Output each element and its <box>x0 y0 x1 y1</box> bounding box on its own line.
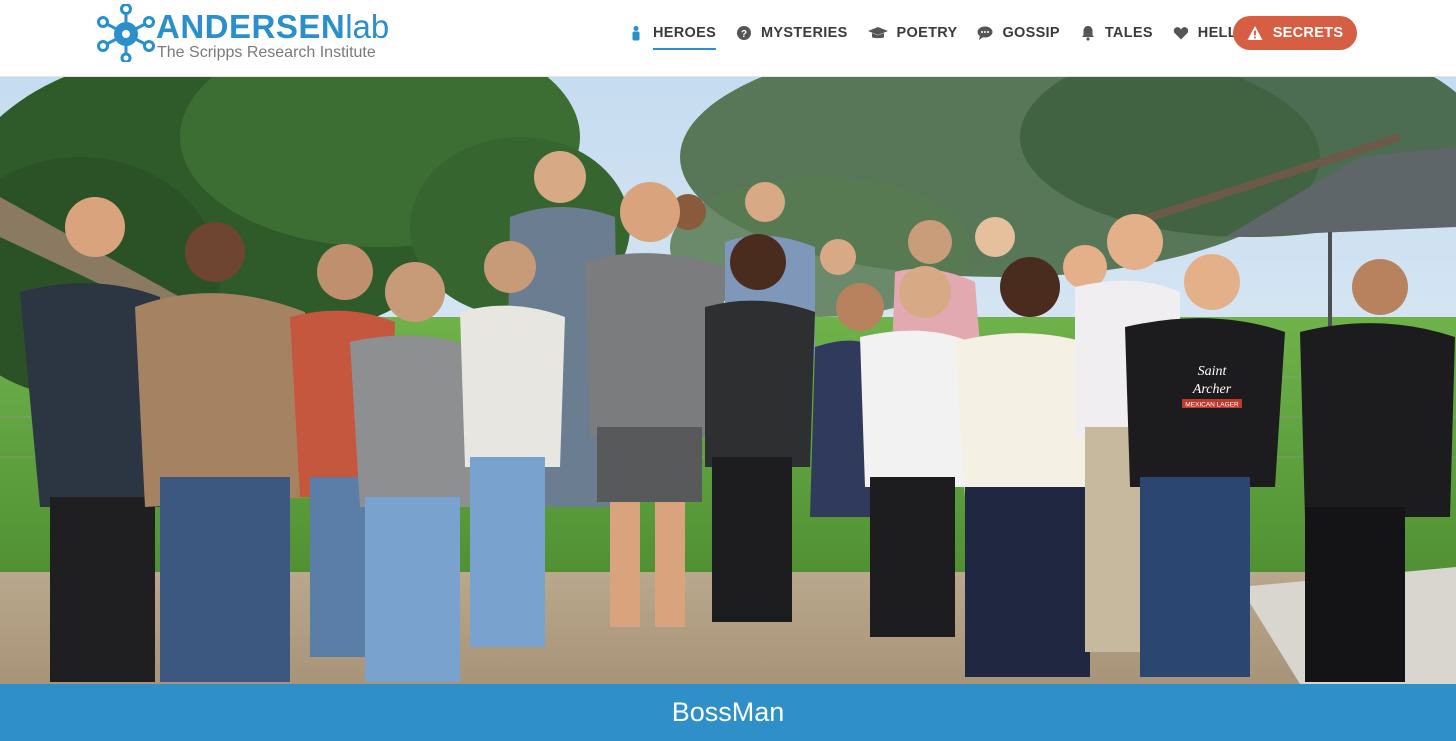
svg-text:?: ? <box>741 29 747 40</box>
photo-caption-bar: BossMan <box>0 684 1456 741</box>
logo-name-bold: ANDERSEN <box>156 8 346 45</box>
group-photo: Saint Archer MEXICAN LAGER <box>0 77 1456 684</box>
secrets-button-label: SECRETS <box>1272 25 1344 41</box>
question-circle-icon: ? <box>737 26 752 40</box>
main-nav: HEROES ? MYSTERIES POETRY GOSSIP TALES H… <box>628 16 1268 50</box>
heart-icon <box>1173 27 1188 40</box>
nav-item-poetry[interactable]: POETRY <box>867 16 958 50</box>
bell-icon <box>1081 26 1094 41</box>
nav-item-label: TALES <box>1104 25 1153 41</box>
warning-triangle-icon <box>1247 26 1263 40</box>
logo-name-light: lab <box>345 8 390 45</box>
nav-item-label: MYSTERIES <box>761 25 848 41</box>
person-icon <box>632 26 640 41</box>
logo-subtitle: The Scripps Research Institute <box>157 44 376 61</box>
secrets-button[interactable]: SECRETS <box>1233 16 1357 50</box>
graduation-cap-icon <box>867 27 888 39</box>
network-logo-icon <box>97 4 155 62</box>
nav-item-label: GOSSIP <box>1002 25 1060 41</box>
site-logo[interactable]: ANDERSENlab The Scripps Research Institu… <box>97 4 389 64</box>
nav-item-heroes[interactable]: HEROES <box>628 16 717 50</box>
shirt-text-2: Archer <box>1192 382 1232 397</box>
nav-item-mysteries[interactable]: ? MYSTERIES <box>736 16 848 50</box>
site-header: ANDERSENlab The Scripps Research Institu… <box>0 0 1456 77</box>
group-photo-illustration: Saint Archer MEXICAN LAGER <box>0 77 1456 684</box>
speech-bubble-icon <box>977 26 993 40</box>
nav-item-label: HEROES <box>653 25 717 41</box>
photo-caption: BossMan <box>671 697 785 727</box>
nav-item-label: POETRY <box>896 25 958 41</box>
nav-item-tales[interactable]: TALES <box>1080 16 1153 50</box>
logo-wordmark: ANDERSENlab <box>156 10 389 43</box>
shirt-text-3: MEXICAN LAGER <box>1185 402 1239 409</box>
nav-item-gossip[interactable]: GOSSIP <box>977 16 1060 50</box>
shirt-text-1: Saint <box>1198 364 1228 379</box>
